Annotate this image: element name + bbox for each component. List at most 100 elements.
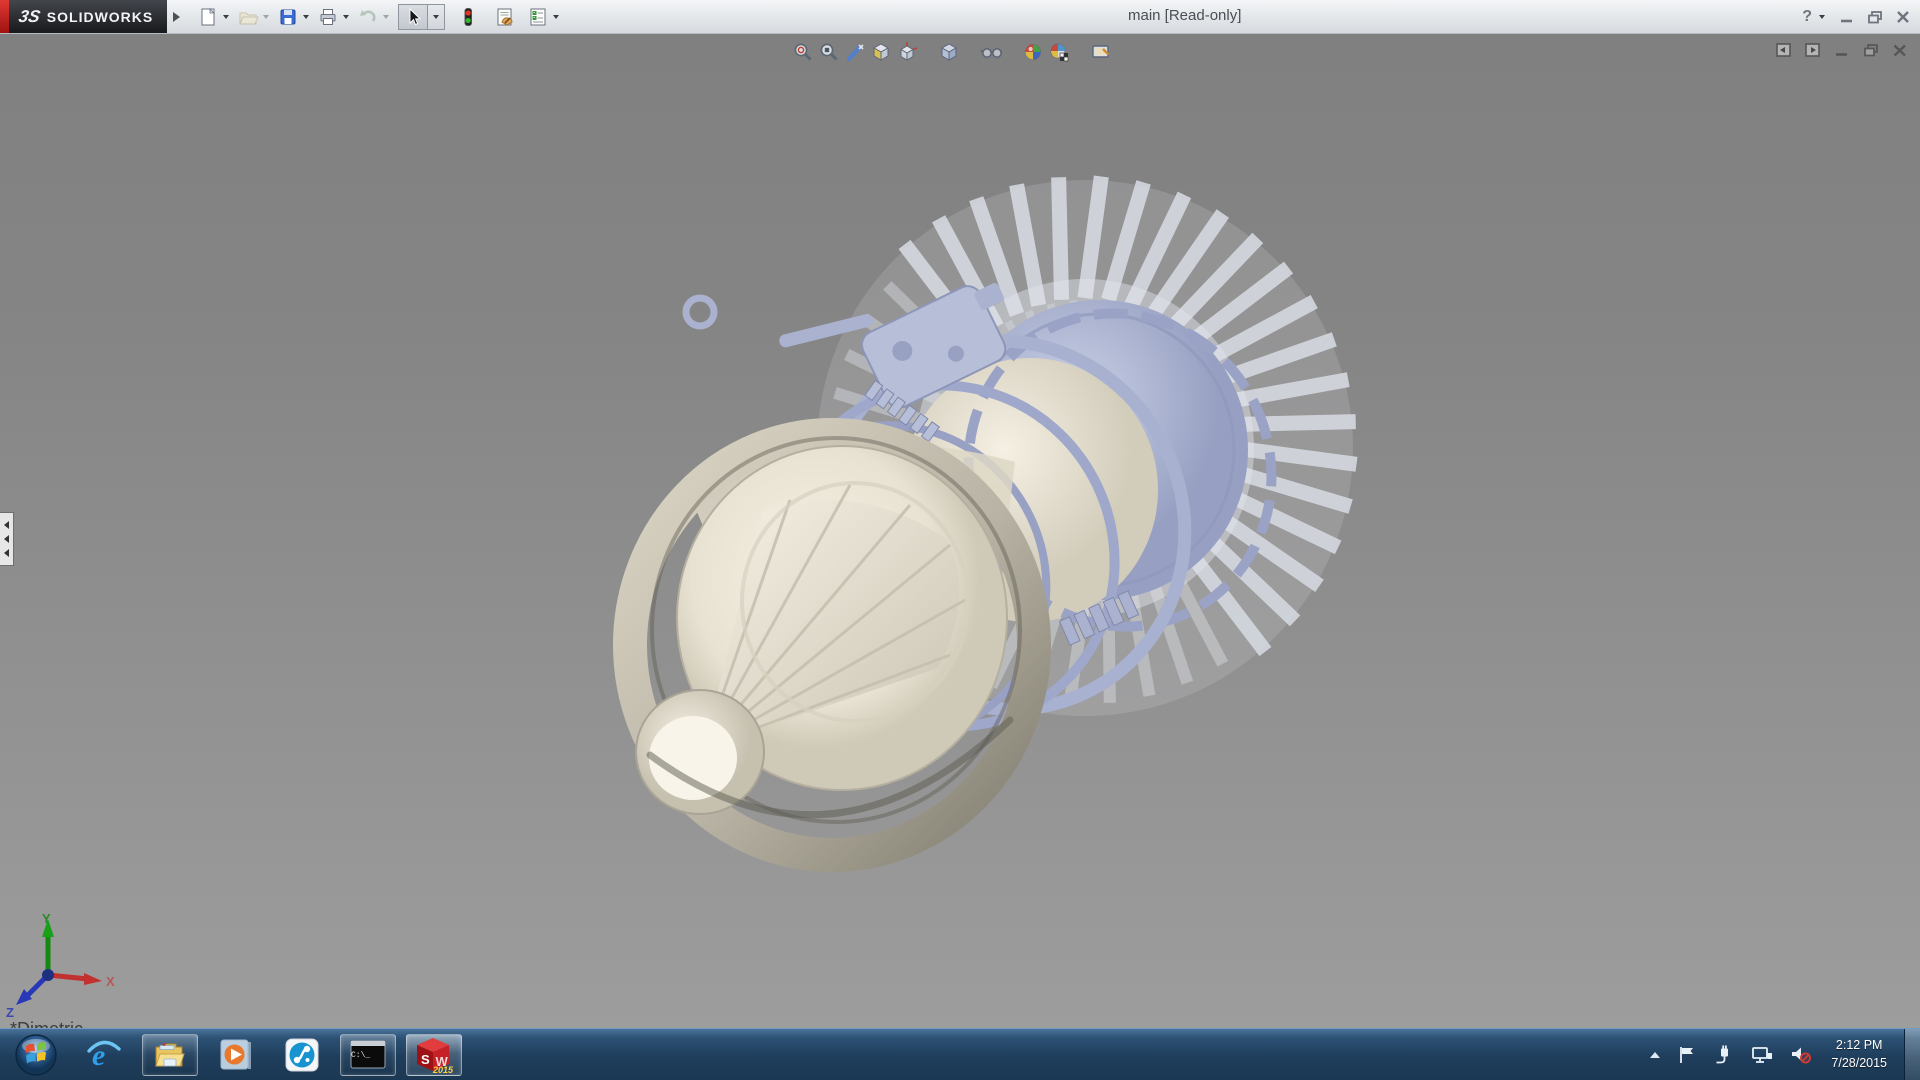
- taskbar-item-windows-explorer[interactable]: [142, 1034, 198, 1076]
- clock-date: 7/28/2015: [1831, 1055, 1887, 1073]
- folder-explorer-icon: [152, 1038, 188, 1072]
- print-dropdown-icon[interactable]: [343, 15, 349, 19]
- pane-left-icon: [1776, 43, 1792, 58]
- open-document-button[interactable]: [235, 4, 261, 30]
- clock-time: 2:12 PM: [1831, 1037, 1887, 1055]
- taskbar-item-share-app[interactable]: [274, 1034, 330, 1076]
- appearance-sphere-icon: [1022, 41, 1044, 63]
- doc-restore-icon: [1863, 43, 1879, 58]
- command-prompt-icon: [349, 1038, 387, 1072]
- ds-logo-icon: 3S: [17, 7, 42, 27]
- window-controls: ?: [1802, 0, 1914, 33]
- graphics-viewport[interactable]: Y X Z *Dimetric: [0, 33, 1920, 1029]
- options-button[interactable]: [525, 4, 551, 30]
- taskbar-items: e: [76, 1034, 462, 1076]
- document-window-controls: [1774, 41, 1910, 60]
- view-orientation-icon: [896, 41, 918, 63]
- headsup-view-toolbar: [790, 39, 1114, 65]
- section-view-icon: [870, 41, 892, 63]
- volume-muted-button[interactable]: [1788, 1043, 1814, 1067]
- show-hidden-icons-button[interactable]: [1648, 1050, 1662, 1060]
- undo-dropdown-icon[interactable]: [383, 15, 389, 19]
- previous-view-icon: [844, 41, 866, 63]
- zoom-to-fit-icon: [792, 41, 814, 63]
- apply-scene-icon: [1048, 41, 1070, 63]
- undo-button[interactable]: [355, 4, 381, 30]
- zoom-to-fit-button[interactable]: [790, 39, 816, 65]
- collapse-arrow-icon: [4, 549, 9, 557]
- power-status-button[interactable]: [1712, 1043, 1736, 1067]
- solidworks-app-icon: S W 2015: [414, 1036, 454, 1074]
- triad-z-label: Z: [6, 1005, 14, 1020]
- new-document-icon: [197, 6, 219, 28]
- taskbar-item-internet-explorer[interactable]: e: [76, 1034, 132, 1076]
- doc-minimize-icon: [1834, 43, 1850, 58]
- select-tool-button[interactable]: [398, 4, 428, 30]
- show-desktop-button[interactable]: [1904, 1029, 1920, 1080]
- start-button[interactable]: [10, 1029, 62, 1080]
- help-button[interactable]: ?: [1802, 8, 1812, 26]
- windows-start-orb-icon: [14, 1033, 58, 1077]
- sw-badge: 2015: [432, 1065, 454, 1074]
- solidworks-menu-button[interactable]: 3S SOLIDWORKS: [9, 0, 167, 33]
- app-close-button[interactable]: [1892, 7, 1914, 27]
- minimize-icon: [1838, 9, 1856, 25]
- edit-appearance-button[interactable]: [1020, 39, 1046, 65]
- zoom-to-area-icon: [818, 41, 840, 63]
- tray-clock[interactable]: 2:12 PM 7/28/2015: [1831, 1037, 1887, 1072]
- app-restore-button[interactable]: [1864, 7, 1886, 27]
- exhaust-assembly: [630, 435, 1034, 855]
- select-tool-dropdown[interactable]: [428, 4, 445, 30]
- doc-close-button[interactable]: [1890, 41, 1910, 60]
- display-style-icon: [938, 41, 960, 63]
- jet-engine-model[interactable]: [0, 33, 1920, 1029]
- triad-y-label: Y: [42, 911, 51, 926]
- section-view-button[interactable]: [868, 39, 894, 65]
- network-status-button[interactable]: [1749, 1043, 1775, 1067]
- doc-minimize-button[interactable]: [1832, 41, 1852, 60]
- options-checklist-icon: [527, 6, 549, 28]
- save-dropdown-icon[interactable]: [303, 15, 309, 19]
- apply-scene-button[interactable]: [1046, 39, 1072, 65]
- display-style-button[interactable]: [936, 39, 962, 65]
- collapse-pane-right-button[interactable]: [1803, 41, 1823, 60]
- system-tray: 2:12 PM 7/28/2015: [1648, 1029, 1920, 1080]
- speaker-muted-icon: [1790, 1045, 1812, 1065]
- taskbar-item-command-prompt[interactable]: C:\_: [340, 1034, 396, 1076]
- network-icon: [1751, 1045, 1773, 1065]
- view-orientation-button[interactable]: [894, 39, 920, 65]
- hide-show-items-button[interactable]: [978, 39, 1004, 65]
- file-properties-button[interactable]: [492, 4, 518, 30]
- feature-panel-collapse-tab[interactable]: [0, 512, 14, 566]
- restore-icon: [1866, 9, 1884, 25]
- menu-expand-arrow-icon[interactable]: [173, 12, 180, 22]
- taskbar: e: [0, 1028, 1920, 1080]
- previous-view-button[interactable]: [842, 39, 868, 65]
- new-dropdown-icon[interactable]: [223, 15, 229, 19]
- share-app-icon: [284, 1037, 320, 1073]
- options-dropdown-icon[interactable]: [553, 15, 559, 19]
- collapse-arrow-icon: [4, 535, 9, 543]
- open-dropdown-icon[interactable]: [263, 15, 269, 19]
- media-player-icon: [218, 1037, 254, 1073]
- action-center-button[interactable]: [1675, 1043, 1699, 1067]
- view-settings-button[interactable]: [1088, 39, 1114, 65]
- window-title: main [Read-only]: [1128, 7, 1241, 24]
- sw-letter-s: S: [421, 1052, 430, 1067]
- power-plug-icon: [1714, 1045, 1734, 1065]
- file-properties-icon: [494, 6, 516, 28]
- rebuild-traffic-light-button[interactable]: [455, 4, 481, 30]
- pane-right-icon: [1805, 43, 1821, 58]
- save-button[interactable]: [275, 4, 301, 30]
- print-button[interactable]: [315, 4, 341, 30]
- new-document-button[interactable]: [195, 4, 221, 30]
- app-minimize-button[interactable]: [1836, 7, 1858, 27]
- taskbar-item-solidworks[interactable]: S W 2015: [406, 1034, 462, 1076]
- doc-restore-button[interactable]: [1861, 41, 1881, 60]
- triad-x-label: X: [106, 974, 115, 989]
- save-floppy-icon: [277, 6, 299, 28]
- taskbar-item-media-player[interactable]: [208, 1034, 264, 1076]
- help-dropdown-icon[interactable]: [1819, 15, 1825, 19]
- zoom-to-area-button[interactable]: [816, 39, 842, 65]
- collapse-pane-left-button[interactable]: [1774, 41, 1794, 60]
